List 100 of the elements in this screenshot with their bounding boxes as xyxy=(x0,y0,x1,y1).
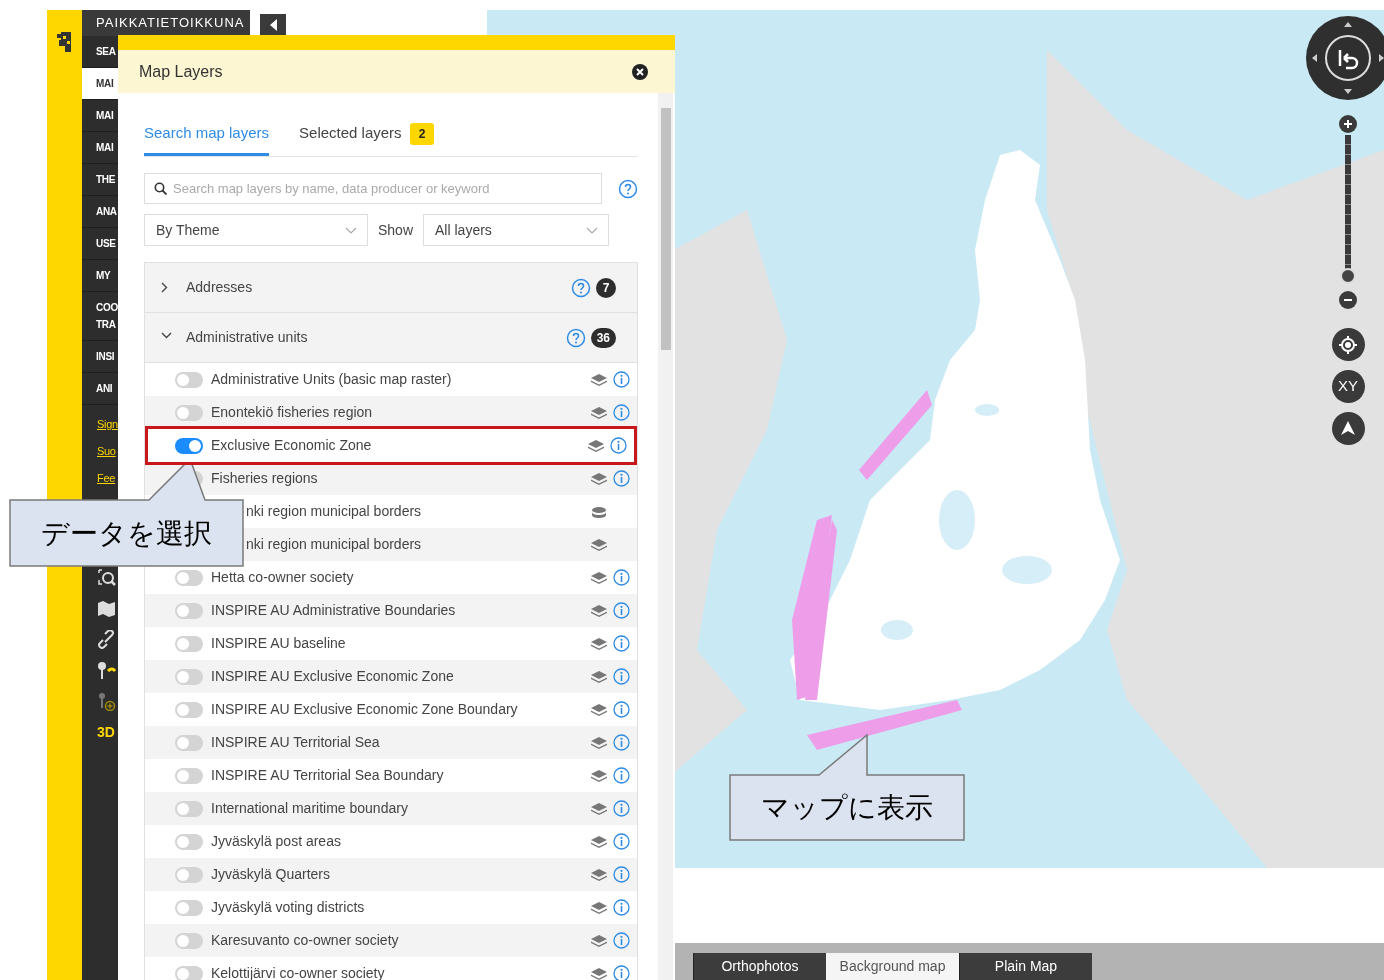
layer-name[interactable]: nki region municipal borders xyxy=(246,503,591,520)
menu-link[interactable]: Fee xyxy=(97,469,116,488)
zoom-box-icon[interactable] xyxy=(97,568,116,587)
pan-control[interactable] xyxy=(1306,16,1384,100)
search-field[interactable]: Search map layers by name, data producer or keyword xyxy=(144,173,602,204)
layers-icon xyxy=(591,934,607,947)
collapse-button[interactable] xyxy=(260,14,286,36)
menu-item[interactable]: THE xyxy=(96,171,117,188)
toggle-switch[interactable] xyxy=(175,371,203,388)
layer-name[interactable]: Enontekiö fisheries region xyxy=(211,404,591,421)
layers-icon xyxy=(591,835,607,848)
info-icon[interactable] xyxy=(613,635,630,652)
toggle-switch[interactable] xyxy=(175,866,203,883)
basemap-tab[interactable]: Orthophotos xyxy=(693,953,826,980)
layers-icon xyxy=(591,571,607,584)
help-icon[interactable] xyxy=(565,327,586,348)
layer-name[interactable]: Exclusive Economic Zone xyxy=(211,437,588,454)
info-icon[interactable] xyxy=(613,404,630,421)
link-icon[interactable] xyxy=(97,630,116,649)
dropdown[interactable]: By Theme xyxy=(144,214,368,246)
menu-item[interactable]: MAI xyxy=(96,75,117,92)
info-icon[interactable] xyxy=(613,371,630,388)
info-icon[interactable] xyxy=(613,767,630,784)
marker-icon[interactable] xyxy=(97,661,116,680)
info-icon[interactable] xyxy=(613,866,630,883)
close-icon[interactable] xyxy=(632,63,648,80)
menu-item[interactable]: MAI xyxy=(96,107,117,124)
layer-name[interactable]: INSPIRE AU Exclusive Economic Zone xyxy=(211,668,591,685)
info-icon[interactable] xyxy=(613,470,630,487)
layers-icon xyxy=(591,769,607,782)
layer-tab[interactable]: Search map layers xyxy=(144,114,270,156)
layers-icon xyxy=(591,868,607,881)
basemap-tab[interactable]: Plain Map xyxy=(959,953,1092,980)
toggle-switch[interactable] xyxy=(175,602,203,619)
menu-item[interactable]: MAI xyxy=(96,139,117,156)
layer-name[interactable]: Administrative Units (basic map raster) xyxy=(211,371,591,388)
info-icon[interactable] xyxy=(610,437,627,454)
help-icon[interactable] xyxy=(571,277,591,298)
menu-item[interactable]: ANA xyxy=(96,203,117,220)
layer-name[interactable]: INSPIRE AU baseline xyxy=(211,635,591,652)
toggle-switch[interactable] xyxy=(175,932,203,949)
toggle-switch[interactable] xyxy=(175,767,203,784)
toggle-switch[interactable] xyxy=(175,404,203,421)
info-icon[interactable] xyxy=(613,800,630,817)
toggle-switch[interactable] xyxy=(175,635,203,652)
scrollbar-thumb[interactable] xyxy=(661,108,671,350)
menu-item[interactable]: MY xyxy=(96,267,117,284)
menu-item[interactable]: INSI xyxy=(96,348,117,365)
toggle-switch[interactable] xyxy=(175,833,203,850)
layer-name[interactable]: INSPIRE AU Territorial Sea Boundary xyxy=(211,767,591,784)
info-icon[interactable] xyxy=(613,965,630,980)
layer-name[interactable]: Jyväskylä Quarters xyxy=(211,866,591,883)
layers-icon xyxy=(591,967,607,980)
toggle-switch[interactable] xyxy=(175,668,203,685)
layer-name[interactable]: INSPIRE AU Territorial Sea xyxy=(211,734,591,751)
north-arrow-icon xyxy=(1341,420,1355,437)
basemap-tab[interactable]: Background map xyxy=(826,953,959,980)
info-icon[interactable] xyxy=(613,701,630,718)
info-icon[interactable] xyxy=(613,899,630,916)
layer-name[interactable]: INSPIRE AU Exclusive Economic Zone Boundary xyxy=(211,701,591,718)
database-icon xyxy=(591,505,607,518)
layer-name[interactable]: nki region municipal borders xyxy=(246,536,591,553)
marker-add-icon[interactable] xyxy=(97,692,116,711)
dropdown[interactable]: All layers xyxy=(423,214,610,246)
info-icon[interactable] xyxy=(613,602,630,619)
menu-item[interactable]: SEA xyxy=(96,43,117,60)
layer-name[interactable]: INSPIRE AU Administrative Boundaries xyxy=(211,602,591,619)
layer-name[interactable]: Kelottijärvi co-owner society xyxy=(211,965,591,980)
layer-name[interactable]: Jyväskylä post areas xyxy=(211,833,591,850)
group-label: Administrative units xyxy=(186,328,309,347)
menu-item[interactable]: COO TRA xyxy=(96,299,117,333)
search-icon xyxy=(154,182,167,195)
layer-name[interactable]: Fisheries regions xyxy=(211,470,591,487)
toggle-switch[interactable] xyxy=(175,437,203,454)
toggle-switch[interactable] xyxy=(175,965,203,980)
menu-link[interactable]: Suo xyxy=(97,442,116,461)
scrollbar[interactable] xyxy=(658,93,673,980)
menu-item[interactable]: ANI xyxy=(96,380,117,397)
map-icon[interactable] xyxy=(97,599,116,618)
toggle-switch[interactable] xyxy=(175,701,203,718)
toggle-switch[interactable] xyxy=(175,569,203,586)
info-icon[interactable] xyxy=(613,734,630,751)
layer-name[interactable]: Hetta co-owner society xyxy=(211,569,591,586)
group-header[interactable]: Administrative units 36 xyxy=(145,313,637,363)
info-icon[interactable] xyxy=(613,833,630,850)
toggle-switch[interactable] xyxy=(175,734,203,751)
layer-name[interactable]: Karesuvanto co-owner society xyxy=(211,932,591,949)
group-header[interactable]: Addresses 7 xyxy=(145,263,637,313)
menu-link[interactable]: Sign xyxy=(97,415,118,434)
menu-item[interactable]: USE xyxy=(96,235,117,252)
layer-name[interactable]: Jyväskylä voting districts xyxy=(211,899,591,916)
info-icon[interactable] xyxy=(613,932,630,949)
toggle-switch[interactable] xyxy=(175,899,203,916)
info-icon[interactable] xyxy=(613,569,630,586)
info-icon[interactable] xyxy=(613,668,630,685)
help-icon[interactable] xyxy=(618,178,638,199)
layer-name[interactable]: International maritime boundary xyxy=(211,800,591,817)
three-d-tool[interactable]: 3D xyxy=(97,723,115,741)
toggle-switch[interactable] xyxy=(175,800,203,817)
layer-tab[interactable]: Selected layers 2 xyxy=(299,114,435,156)
